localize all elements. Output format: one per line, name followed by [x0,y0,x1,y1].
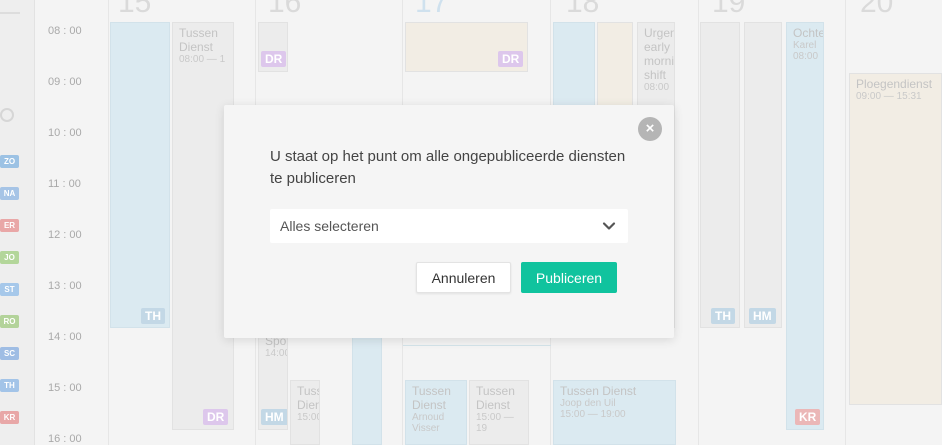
day-number: 18 [566,0,600,19]
shift-block[interactable]: Tuss Dien 15:00 [290,380,320,445]
shift-subtitle: Joop den Uil [560,398,616,409]
close-icon[interactable]: × [638,117,662,141]
shift-time: 08:00 — 1 [179,54,226,65]
employee-tag[interactable]: ER [0,219,19,232]
shift-time: 08:00 [793,51,819,62]
day-number: 20 [860,0,894,19]
shift-time: 09:00 — 15:31 [856,91,922,102]
shift-block[interactable]: TH [110,22,170,328]
employee-tag[interactable]: RO [0,315,19,328]
shift-badge: DR [261,51,287,67]
time-label: 15 : 00 [48,382,82,394]
shift-block[interactable]: Ochte Karel 08:00 KR [786,22,824,430]
collapse-handle[interactable] [0,12,20,34]
shift-badge: TH [141,308,165,324]
employee-tag[interactable]: NA [0,187,19,200]
shift-title: Tuss Dien [297,384,320,412]
shift-badge: DR [498,51,524,67]
cancel-button[interactable]: Annuleren [416,262,511,293]
chevron-down-icon [602,222,616,230]
shift-time: 08:00 [644,82,670,93]
shift-title: Tussen Dienst [412,384,451,412]
shift-time: 15:00 — 19:00 [560,409,626,420]
shift-time: 14:00 [265,348,288,359]
day-number: 16 [268,0,302,19]
employee-tag[interactable]: TH [0,379,19,392]
publish-dialog: × U staat op het punt om alle ongepublic… [224,105,674,338]
dialog-message: U staat op het punt om alle ongepublicee… [270,148,626,187]
shift-title: Ploegendienst [856,77,933,91]
selection-dropdown[interactable]: Alles selecteren [270,209,628,243]
time-label: 09 : 00 [48,76,82,88]
employee-tag[interactable]: JO [0,251,19,264]
shift-block[interactable]: Tussen Dienst Joop den Uil 15:00 — 19:00 [553,380,676,445]
divider [403,345,551,346]
employee-tag[interactable]: ST [0,283,19,296]
employee-sidebar: ZO NA ER JO ST RO SC TH KR [0,0,35,445]
shift-block[interactable]: Ploegendienst 09:00 — 15:31 [849,73,942,405]
shift-badge: TH [711,308,735,324]
time-label: 08 : 00 [48,25,82,37]
day-divider [108,0,109,445]
shift-title: Tussen Dienst [560,384,637,398]
publish-button[interactable]: Publiceren [521,262,617,293]
time-label: 13 : 00 [48,280,82,292]
time-label: 14 : 00 [48,331,82,343]
day-divider [845,0,846,445]
shift-block[interactable]: DR [258,22,288,72]
time-label: 11 : 00 [48,178,81,190]
shift-subtitle: Karel [793,40,817,51]
employee-tag[interactable]: SC [0,347,19,360]
day-number: 15 [118,0,152,19]
shift-badge: DR [203,409,229,425]
search-icon[interactable] [0,108,14,122]
shift-badge: KR [795,409,821,425]
shift-badge: HM [261,409,287,425]
shift-subtitle: Arnoud Visser [412,412,445,434]
employee-tag[interactable]: KR [0,411,19,424]
shift-block[interactable]: HM [744,22,782,328]
shift-block[interactable]: DR [405,22,528,72]
day-number: 19 [712,0,746,19]
shift-time: 15:00 [297,412,320,423]
shift-badge: HM [749,308,776,324]
shift-time: 15:00 — 19 [476,412,514,434]
shift-block[interactable]: Spo 14:00 HM [258,330,288,430]
time-label: 12 : 00 [48,229,82,241]
shift-block[interactable]: Tussen Dienst 15:00 — 19 [469,380,529,445]
time-label: 16 : 00 [48,433,82,445]
time-label: 10 : 00 [48,127,82,139]
employee-tag[interactable]: ZO [0,155,19,168]
shift-title: Tussen Dienst [179,26,218,54]
shift-block[interactable]: TH [700,22,740,328]
dropdown-value: Alles selecteren [280,218,379,234]
shift-block[interactable] [352,330,382,445]
day-divider [698,0,699,445]
shift-block[interactable]: Tussen Dienst Arnoud Visser [405,380,467,445]
day-number: 17 [415,0,449,19]
shift-title: Urgent early morning shift [644,26,675,82]
shift-title: Tussen Dienst [476,384,515,412]
shift-title: Ochte [793,26,824,40]
